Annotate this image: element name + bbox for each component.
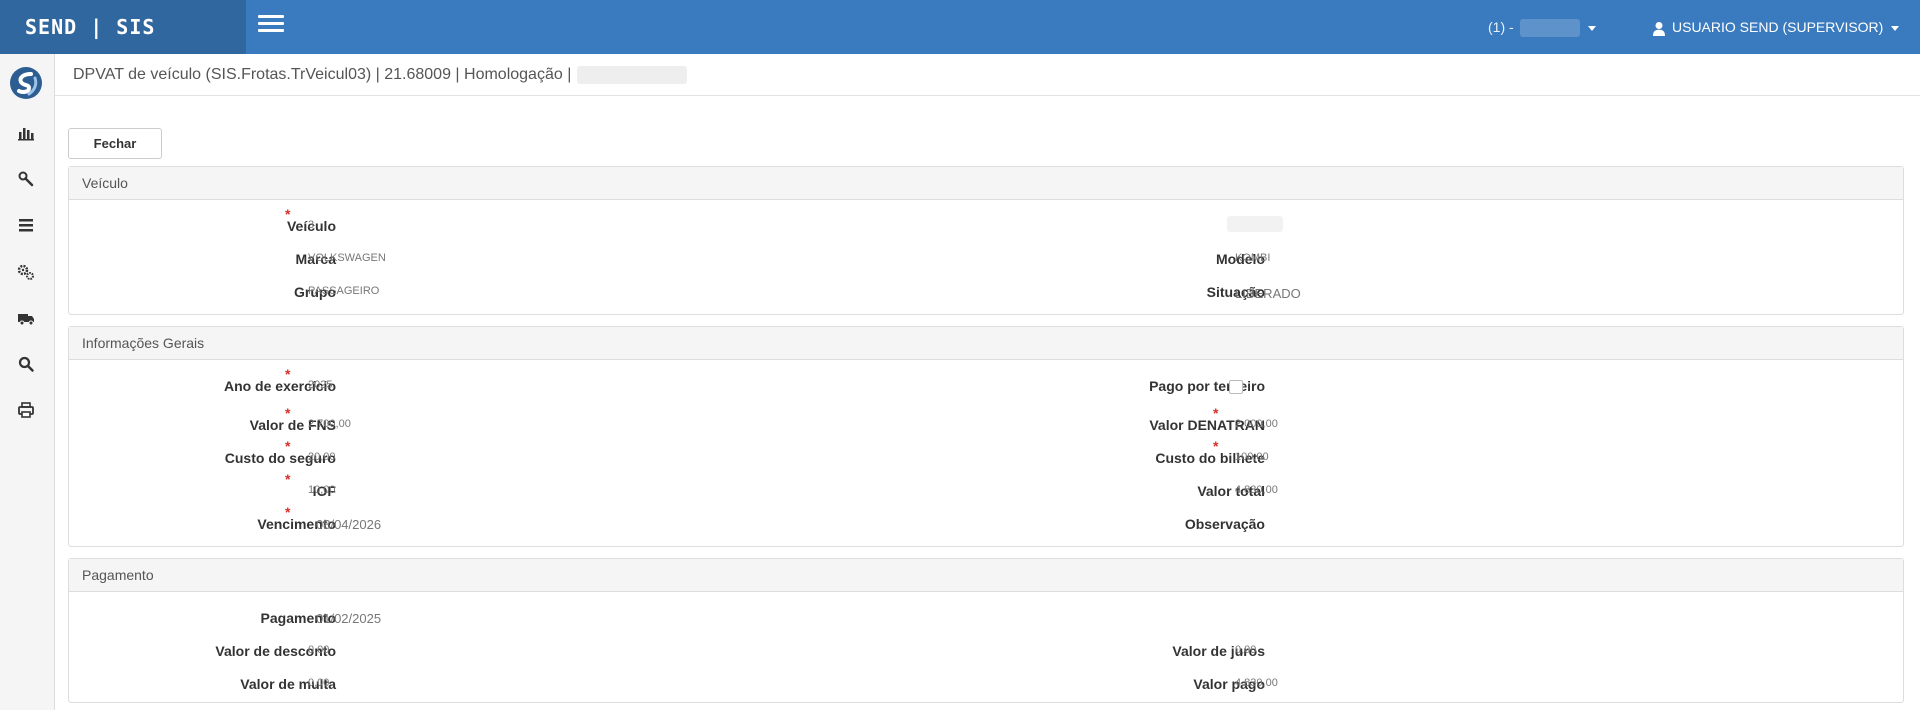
- user-menu[interactable]: USUARIO SEND (SUPERVISOR): [1652, 0, 1900, 54]
- custo-seguro-label: Custo do seguro: [224, 450, 336, 466]
- company-selector[interactable]: (1) -: [1488, 0, 1596, 54]
- company-name-redacted: [1519, 19, 1580, 38]
- sidebar: [0, 54, 55, 710]
- pago-terceiro-checkbox[interactable]: [1229, 380, 1243, 394]
- valor-desconto-label: Valor de desconto: [215, 643, 336, 659]
- veiculo-label: Veículo: [286, 218, 336, 234]
- custo-bilhete-label: Custo do bilhete: [1155, 450, 1265, 466]
- environment-redacted: [577, 65, 688, 84]
- required-marker: *: [285, 438, 291, 454]
- iof-label: IOF: [312, 483, 336, 499]
- required-marker: *: [1213, 405, 1219, 421]
- valor-pago-label: Valor pago: [1193, 676, 1265, 692]
- iof-value[interactable]: 10,00: [308, 484, 336, 496]
- required-marker: *: [1213, 438, 1219, 454]
- valor-total-label: Valor total: [1197, 483, 1265, 499]
- wrench-icon[interactable]: [15, 168, 37, 190]
- marca-value[interactable]: VOLKSWAGEN: [308, 252, 386, 264]
- observacao-label: Observação: [1184, 516, 1265, 532]
- page-title: DPVAT de veículo (SIS.Frotas.TrVeicul03)…: [55, 54, 1920, 96]
- vencimento-label: Vencimento: [257, 516, 336, 532]
- marca-label: Marca: [295, 251, 336, 267]
- list-icon[interactable]: [15, 214, 37, 236]
- valor-fns-label: Valor de FNS: [249, 417, 336, 433]
- truck-icon[interactable]: [15, 307, 37, 329]
- required-marker: *: [285, 504, 291, 520]
- valor-desconto-value[interactable]: 0,00: [308, 644, 329, 656]
- custo-seguro-value[interactable]: 20,00: [308, 451, 336, 463]
- logo-icon[interactable]: [9, 66, 43, 100]
- panel-pagamento: Pagamento Pagamento 01/02/2025 Valor de …: [68, 558, 1904, 703]
- valor-juros-label: Valor de juros: [1172, 643, 1265, 659]
- required-marker: *: [285, 206, 291, 222]
- print-icon[interactable]: [15, 399, 37, 421]
- company-label: (1) -: [1488, 19, 1514, 35]
- modelo-label: Modelo: [1216, 251, 1265, 267]
- grupo-value[interactable]: PASSAGEIRO: [308, 285, 379, 297]
- valor-juros-value[interactable]: 0,00: [1235, 644, 1256, 656]
- pagamento-label: Pagamento: [260, 610, 336, 626]
- panel-informacoes-gerais: Informações Gerais Ano de exercício * 20…: [68, 326, 1904, 547]
- required-marker: *: [285, 405, 291, 421]
- user-icon: [1653, 21, 1665, 36]
- top-bar: SEND | SIS (1) - USUARIO SEND (SUPERVISO…: [0, 0, 1920, 54]
- situacao-value: LIBERADO: [1235, 286, 1301, 301]
- panel-veiculo: Veículo Veículo * 3 Placa Marca VOLKSWAG…: [68, 166, 1904, 315]
- required-marker: *: [285, 366, 291, 382]
- chevron-down-icon: [1587, 25, 1596, 31]
- required-marker: *: [285, 471, 291, 487]
- search-icon[interactable]: [15, 353, 37, 375]
- custo-bilhete-value[interactable]: 100,00: [1235, 451, 1269, 463]
- grupo-label: Grupo: [294, 284, 336, 300]
- page-title-text: DPVAT de veículo (SIS.Frotas.TrVeicul03)…: [73, 66, 572, 83]
- close-button[interactable]: Fechar: [68, 128, 162, 159]
- valor-pago-value: 4.830,00: [1235, 677, 1278, 689]
- placa-value-redacted[interactable]: [1227, 216, 1283, 232]
- ano-exercicio-label: Ano de exercício: [223, 378, 336, 394]
- pagamento-value[interactable]: 01/02/2025: [316, 611, 381, 626]
- panel-heading: Pagamento: [69, 559, 1903, 592]
- valor-total-value: 4.830,00: [1235, 484, 1278, 496]
- gears-icon[interactable]: [15, 261, 37, 283]
- panel-heading: Informações Gerais: [69, 327, 1903, 360]
- ano-exercicio-value[interactable]: 2025: [308, 379, 332, 391]
- valor-denatran-label: Valor DENATRAN: [1149, 417, 1265, 433]
- valor-fns-value[interactable]: 2.700,00: [308, 418, 351, 430]
- brand-logo[interactable]: SEND | SIS: [0, 0, 246, 54]
- chart-icon[interactable]: [15, 122, 37, 144]
- menu-toggle-icon[interactable]: [258, 15, 284, 35]
- panel-heading: Veículo: [69, 167, 1903, 200]
- veiculo-value[interactable]: 3: [308, 219, 314, 231]
- valor-multa-label: Valor de multa: [240, 676, 336, 692]
- modelo-value[interactable]: KOMBI: [1235, 252, 1270, 264]
- vencimento-value[interactable]: 08/04/2026: [316, 517, 381, 532]
- chevron-down-icon: [1891, 25, 1900, 31]
- valor-multa-value[interactable]: 0,00: [308, 677, 329, 689]
- user-name: USUARIO SEND (SUPERVISOR): [1672, 19, 1884, 35]
- situacao-label: Situação: [1206, 284, 1265, 300]
- valor-denatran-value[interactable]: 2.000,00: [1235, 418, 1278, 430]
